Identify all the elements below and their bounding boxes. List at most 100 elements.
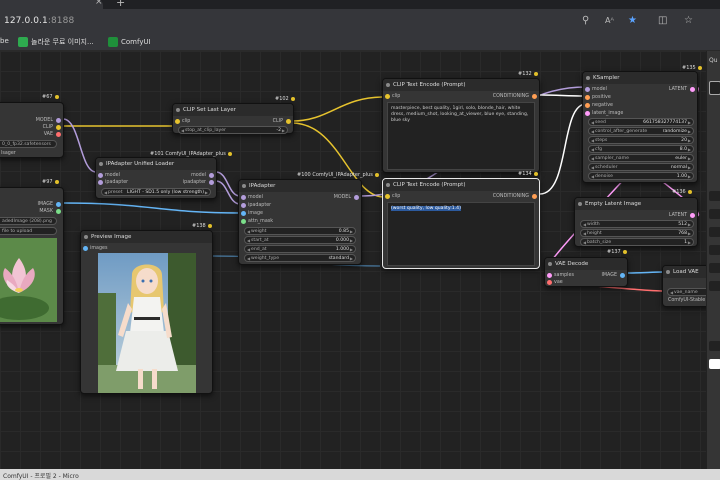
- samples-input-socket[interactable]: [547, 273, 552, 278]
- preview-image-node[interactable]: Preview Image images: [80, 230, 213, 394]
- vae-input-socket[interactable]: [547, 280, 552, 285]
- image-input-socket[interactable]: [241, 211, 246, 216]
- node-title[interactable]: Empty Latent Image: [575, 198, 697, 210]
- model-input-socket[interactable]: [98, 173, 103, 178]
- negative-prompt-textarea[interactable]: (worst quality, low quality:1.4): [387, 202, 535, 266]
- split-screen-icon[interactable]: ◫: [658, 15, 667, 26]
- image-output-socket[interactable]: [620, 273, 625, 278]
- width-widget[interactable]: ◀ width 512 ▶: [580, 220, 694, 228]
- model-socket[interactable]: [56, 118, 61, 123]
- steps-widget[interactable]: ◀ steps 20 ▶: [588, 136, 694, 144]
- bookmark-be[interactable]: be: [0, 37, 9, 45]
- url-field[interactable]: 127.0.0.1:8188: [4, 16, 74, 26]
- panel-button-3[interactable]: [709, 227, 720, 237]
- node-title[interactable]: CLIP Set Last Layer: [173, 104, 293, 116]
- panel-button-5[interactable]: [709, 263, 720, 273]
- node-title[interactable]: IPAdapter: [239, 180, 361, 192]
- close-tab-icon[interactable]: ×: [95, 0, 103, 7]
- positive-input-socket[interactable]: [585, 95, 590, 100]
- ckpt-name-widget[interactable]: 0_0_fp32.safetensors: [0, 140, 57, 148]
- upload-button[interactable]: file to upload: [0, 227, 57, 235]
- negative-input-socket[interactable]: [585, 103, 590, 108]
- model-input-socket[interactable]: [241, 195, 246, 200]
- image-file-widget[interactable]: adedImage (208).png: [0, 217, 57, 225]
- clip-set-last-layer-node[interactable]: CLIP Set Last Layer clip CLIP ◀ stop_at_c…: [172, 103, 294, 134]
- queue-prompt-button[interactable]: [709, 81, 720, 95]
- node-title[interactable]: CLIP Text Encode (Prompt): [383, 179, 539, 191]
- clip-output-socket[interactable]: [286, 119, 291, 124]
- checkpoint-loader-node[interactable]: MODEL CLIP VAE 0_0_fp32.safetensors lsag…: [0, 102, 64, 158]
- conditioning-output-socket[interactable]: [532, 94, 537, 99]
- end-at-widget[interactable]: ◀ end_at 1.000 ▶: [244, 245, 356, 253]
- clip-input-socket[interactable]: [175, 119, 180, 124]
- vae-socket[interactable]: [56, 132, 61, 137]
- model-input-socket[interactable]: [585, 87, 590, 92]
- batch-size-widget[interactable]: ◀ batch_size 1 ▶: [580, 238, 694, 246]
- node-title[interactable]: Preview Image: [81, 231, 212, 243]
- images-input-socket[interactable]: [83, 246, 88, 251]
- height-widget[interactable]: ◀ height 768 ▶: [580, 229, 694, 237]
- clip-text-encode-negative-node[interactable]: CLIP Text Encode (Prompt) clip CONDITION…: [382, 178, 540, 269]
- stop-at-clip-layer-widget[interactable]: ◀ stop_at_clip_layer -2 ▶: [178, 126, 288, 134]
- ipadapter-input-socket[interactable]: [98, 180, 103, 185]
- node-title[interactable]: Load VAE: [663, 266, 706, 278]
- ipadapter-unified-loader-node[interactable]: IPAdapter Unified Loader model ipadapter…: [95, 157, 217, 199]
- mask-socket[interactable]: [56, 209, 61, 214]
- clip-input-socket[interactable]: [385, 94, 390, 99]
- conditioning-output-socket[interactable]: [532, 194, 537, 199]
- scheduler-widget[interactable]: ◀ scheduler normal ▶: [588, 163, 694, 171]
- preview-output-image[interactable]: [98, 253, 196, 393]
- clip-socket[interactable]: [56, 125, 61, 130]
- control-after-generate-widget[interactable]: ◀ control_after_generate randomize ▶: [588, 127, 694, 135]
- image-socket[interactable]: [56, 202, 61, 207]
- new-tab-icon[interactable]: +: [116, 0, 125, 9]
- latent-input-socket[interactable]: [585, 111, 590, 116]
- panel-button-7[interactable]: [709, 341, 720, 351]
- positive-prompt-textarea[interactable]: masterpiece, best quality, 1girl, solo, …: [387, 102, 535, 170]
- clip-text-encode-positive-node[interactable]: CLIP Text Encode (Prompt) clip CONDITION…: [382, 78, 540, 173]
- node-title[interactable]: CLIP Text Encode (Prompt): [383, 79, 539, 91]
- latent-output-socket[interactable]: [690, 87, 695, 92]
- latent-output-socket[interactable]: [690, 213, 695, 218]
- panel-button-4[interactable]: [709, 245, 720, 255]
- panel-button-6[interactable]: [709, 281, 720, 291]
- node-title[interactable]: IPAdapter Unified Loader: [96, 158, 216, 170]
- load-image-node[interactable]: IMAGE MASK adedImage (208).png file to u…: [0, 187, 64, 325]
- empty-latent-image-node[interactable]: Empty Latent Image LATENT ◀ width 512 ▶ ◀ he…: [574, 197, 698, 247]
- panel-button-1[interactable]: [709, 191, 720, 201]
- browser-tab[interactable]: ×: [0, 0, 103, 9]
- ksampler-node[interactable]: KSampler model positive negative latent_…: [582, 71, 698, 183]
- load-vae-node[interactable]: Load VAE ◀ vae_name ComfyUI-Stable: [662, 265, 706, 307]
- start-at-widget[interactable]: ◀ start_at 0.000 ▶: [244, 236, 356, 244]
- output-model: MODEL: [35, 118, 53, 123]
- preset-widget[interactable]: ◀ preset LIGHT - SD1.5 only (low strength)…: [101, 188, 211, 196]
- vae-decode-node[interactable]: VAE Decode samples vae IMAGE: [544, 257, 628, 287]
- panel-button-2[interactable]: [709, 209, 720, 219]
- read-aloud-icon[interactable]: Aᴬ: [605, 16, 614, 25]
- denoise-widget[interactable]: ◀ denoise 1.00 ▶: [588, 172, 694, 180]
- bookmark-comfyui[interactable]: ComfyUI: [108, 37, 151, 47]
- favorites-icon[interactable]: ☆: [684, 15, 693, 26]
- sampler-name-widget[interactable]: ◀ sampler_name euler ▶: [588, 154, 694, 162]
- attn-mask-input-socket[interactable]: [241, 219, 246, 224]
- selected-prompt-text: (worst quality, low quality:1.4): [391, 206, 461, 211]
- weight-type-widget[interactable]: ◀ weight_type standard ▶: [244, 254, 356, 262]
- model-output-socket[interactable]: [209, 173, 214, 178]
- node-canvas[interactable]: #67 MODEL CLIP VAE 0_0_fp32.safetensors …: [0, 51, 706, 469]
- ipadapter-node[interactable]: IPAdapter model ipadapter image attn_mas…: [238, 179, 362, 265]
- ipadapter-output-socket[interactable]: [209, 180, 214, 185]
- zoom-icon[interactable]: ⚲: [582, 15, 589, 26]
- panel-button-8[interactable]: [709, 359, 720, 369]
- wire-clip-to-pos: [291, 96, 385, 122]
- vae-name-widget[interactable]: ◀ vae_name: [667, 288, 706, 296]
- favorite-star-icon[interactable]: ★: [628, 15, 637, 26]
- model-output-socket[interactable]: [354, 195, 359, 200]
- weight-widget[interactable]: ◀ weight 0.85 ▶: [244, 227, 356, 235]
- node-title[interactable]: KSampler: [583, 72, 697, 84]
- ipadapter-input-socket[interactable]: [241, 203, 246, 208]
- node-title[interactable]: VAE Decode: [545, 258, 627, 270]
- seed-widget[interactable]: ◀ seed 661758327774137 ▶: [588, 118, 694, 126]
- clip-input-socket[interactable]: [385, 194, 390, 199]
- bookmark-free-images[interactable]: 놀라운 무료 이미지...: [18, 37, 94, 47]
- cfg-widget[interactable]: ◀ cfg 8.0 ▶: [588, 145, 694, 153]
